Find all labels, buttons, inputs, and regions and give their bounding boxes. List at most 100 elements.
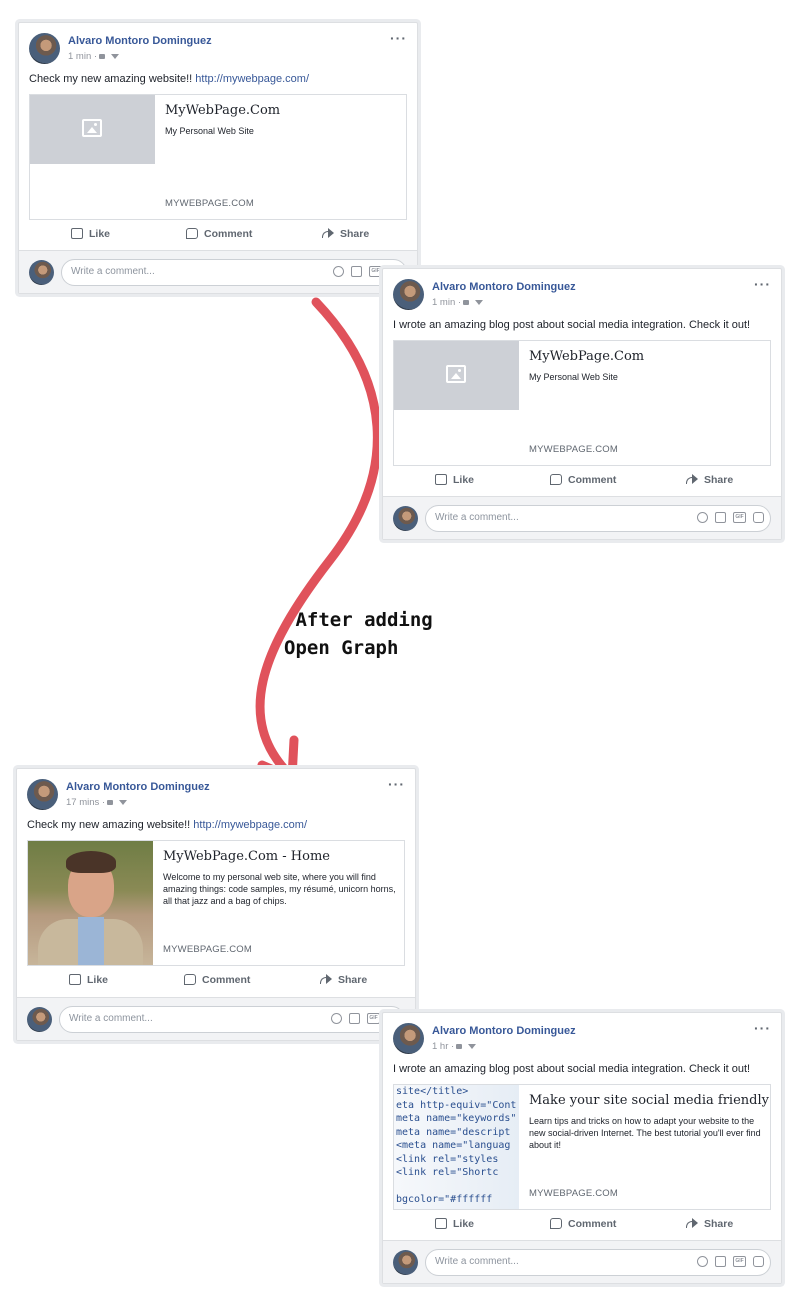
sticker-icon[interactable] xyxy=(753,1255,764,1267)
thumbs-up-icon xyxy=(69,974,81,985)
thumbs-up-icon xyxy=(435,474,447,485)
code-screenshot: site</title> eta http-equiv="Cont meta n… xyxy=(394,1085,519,1209)
post-actions: Like Comment Share xyxy=(29,226,407,248)
post-time[interactable]: 1 hr · xyxy=(432,1041,454,1052)
card-thumbnail xyxy=(28,841,153,965)
emoji-icon[interactable] xyxy=(333,265,344,277)
post-text: Check my new amazing website!! http://my… xyxy=(29,73,409,85)
gif-icon[interactable]: GIF xyxy=(369,265,382,277)
share-button[interactable]: Share xyxy=(686,474,733,486)
like-label: Like xyxy=(453,1218,475,1230)
share-icon xyxy=(686,1218,698,1229)
post-message: I wrote an amazing blog post about socia… xyxy=(393,1063,751,1075)
facebook-post: Alvaro Montoro Dominguez 1 hr · ··· I wr… xyxy=(382,1012,782,1284)
comment-button[interactable]: Comment xyxy=(550,474,616,486)
comment-input[interactable]: Write a comment... GIF xyxy=(425,1249,771,1276)
comment-input[interactable]: Write a comment... GIF xyxy=(425,505,771,532)
card-domain: MYWEBPAGE.COM xyxy=(163,944,252,955)
comment-placeholder: Write a comment... xyxy=(435,1256,519,1267)
emoji-icon[interactable] xyxy=(697,1255,708,1267)
link-preview-card[interactable]: MyWebPage.Com - Home Welcome to my perso… xyxy=(27,840,405,966)
like-button[interactable]: Like xyxy=(435,474,474,486)
card-thumbnail: site</title> eta http-equiv="Cont meta n… xyxy=(394,1085,519,1209)
card-domain: MYWEBPAGE.COM xyxy=(529,1188,618,1199)
gif-icon[interactable]: GIF xyxy=(733,1255,746,1267)
camera-icon[interactable] xyxy=(715,511,726,523)
card-title: Make your site social media friendly xyxy=(529,1093,769,1108)
share-icon xyxy=(686,474,698,485)
facebook-post: Alvaro Montoro Dominguez 1 min · ··· I w… xyxy=(382,268,782,540)
sticker-icon[interactable] xyxy=(753,511,764,523)
code-line: site</title> xyxy=(396,1086,469,1097)
link-preview-card[interactable]: MyWebPage.Com My Personal Web Site MYWEB… xyxy=(393,340,771,466)
post-time[interactable]: 1 min · xyxy=(68,51,97,62)
code-line: <meta name="languag xyxy=(396,1140,511,1151)
chevron-down-icon[interactable] xyxy=(468,1044,477,1049)
emoji-icon[interactable] xyxy=(697,511,708,523)
share-button[interactable]: Share xyxy=(320,974,367,986)
chevron-down-icon[interactable] xyxy=(119,800,128,805)
comment-label: Comment xyxy=(204,228,253,240)
gif-icon[interactable]: GIF xyxy=(733,511,746,523)
share-button[interactable]: Share xyxy=(686,1218,733,1230)
more-options-icon[interactable]: ··· xyxy=(390,31,407,45)
comment-button[interactable]: Comment xyxy=(550,1218,616,1230)
post-time[interactable]: 17 mins · xyxy=(66,797,105,808)
more-options-icon[interactable]: ··· xyxy=(388,777,405,791)
camera-icon[interactable] xyxy=(715,1255,726,1267)
author-name[interactable]: Alvaro Montoro Dominguez xyxy=(432,281,576,293)
camera-icon[interactable] xyxy=(349,1012,360,1024)
post-header: Alvaro Montoro Dominguez 17 mins · ··· xyxy=(27,777,405,813)
like-button[interactable]: Like xyxy=(71,228,110,240)
post-link[interactable]: http://mywebpage.com/ xyxy=(193,819,307,831)
thumbs-up-icon xyxy=(71,228,83,239)
comment-button[interactable]: Comment xyxy=(186,228,252,240)
image-placeholder xyxy=(394,341,519,410)
comment-input[interactable]: Write a comment... GIF xyxy=(59,1006,405,1033)
like-button[interactable]: Like xyxy=(435,1218,474,1230)
comment-bar: Write a comment... GIF xyxy=(17,997,415,1040)
avatar[interactable] xyxy=(29,33,60,64)
more-options-icon[interactable]: ··· xyxy=(754,1021,771,1035)
comment-label: Comment xyxy=(202,974,251,986)
link-preview-card[interactable]: MyWebPage.Com My Personal Web Site MYWEB… xyxy=(29,94,407,220)
author-name[interactable]: Alvaro Montoro Dominguez xyxy=(66,781,210,793)
comment-tools: GIF xyxy=(690,511,764,523)
share-button[interactable]: Share xyxy=(322,228,369,240)
post-meta: 1 min · xyxy=(432,297,484,308)
gif-icon[interactable]: GIF xyxy=(367,1012,380,1024)
camera-icon[interactable] xyxy=(351,265,362,277)
like-button[interactable]: Like xyxy=(69,974,108,986)
link-preview-card[interactable]: site</title> eta http-equiv="Cont meta n… xyxy=(393,1084,771,1210)
comment-bar: Write a comment... GIF xyxy=(383,1240,781,1283)
chevron-down-icon[interactable] xyxy=(111,54,120,59)
avatar xyxy=(27,1007,52,1032)
avatar[interactable] xyxy=(393,279,424,310)
post-message: Check my new amazing website!! xyxy=(27,819,194,831)
post-meta: 1 min · xyxy=(68,51,120,62)
chevron-down-icon[interactable] xyxy=(475,300,484,305)
more-options-icon[interactable]: ··· xyxy=(754,277,771,291)
post-time[interactable]: 1 min · xyxy=(432,297,461,308)
avatar[interactable] xyxy=(393,1023,424,1054)
post-header: Alvaro Montoro Dominguez 1 hr · ··· xyxy=(393,1021,771,1057)
post-meta: 1 hr · xyxy=(432,1041,477,1052)
card-title: MyWebPage.Com xyxy=(165,103,281,118)
emoji-icon[interactable] xyxy=(331,1012,342,1024)
author-name[interactable]: Alvaro Montoro Dominguez xyxy=(432,1025,576,1037)
card-description: My Personal Web Site xyxy=(165,126,254,136)
comment-input[interactable]: Write a comment... GIF xyxy=(61,259,407,286)
author-name[interactable]: Alvaro Montoro Dominguez xyxy=(68,35,212,47)
card-domain: MYWEBPAGE.COM xyxy=(529,444,618,455)
code-line: bgcolor="#ffffff xyxy=(396,1194,493,1205)
avatar[interactable] xyxy=(27,779,58,810)
post-meta: 17 mins · xyxy=(66,797,128,808)
card-description: Welcome to my personal web site, where y… xyxy=(163,872,396,906)
code-line: meta name="descript xyxy=(396,1126,511,1138)
comment-button[interactable]: Comment xyxy=(184,974,250,986)
post-actions: Like Comment Share xyxy=(393,472,771,494)
comment-bar: Write a comment... GIF xyxy=(383,496,781,539)
post-header: Alvaro Montoro Dominguez 1 min · ··· xyxy=(29,31,407,67)
post-link[interactable]: http://mywebpage.com/ xyxy=(195,73,309,85)
